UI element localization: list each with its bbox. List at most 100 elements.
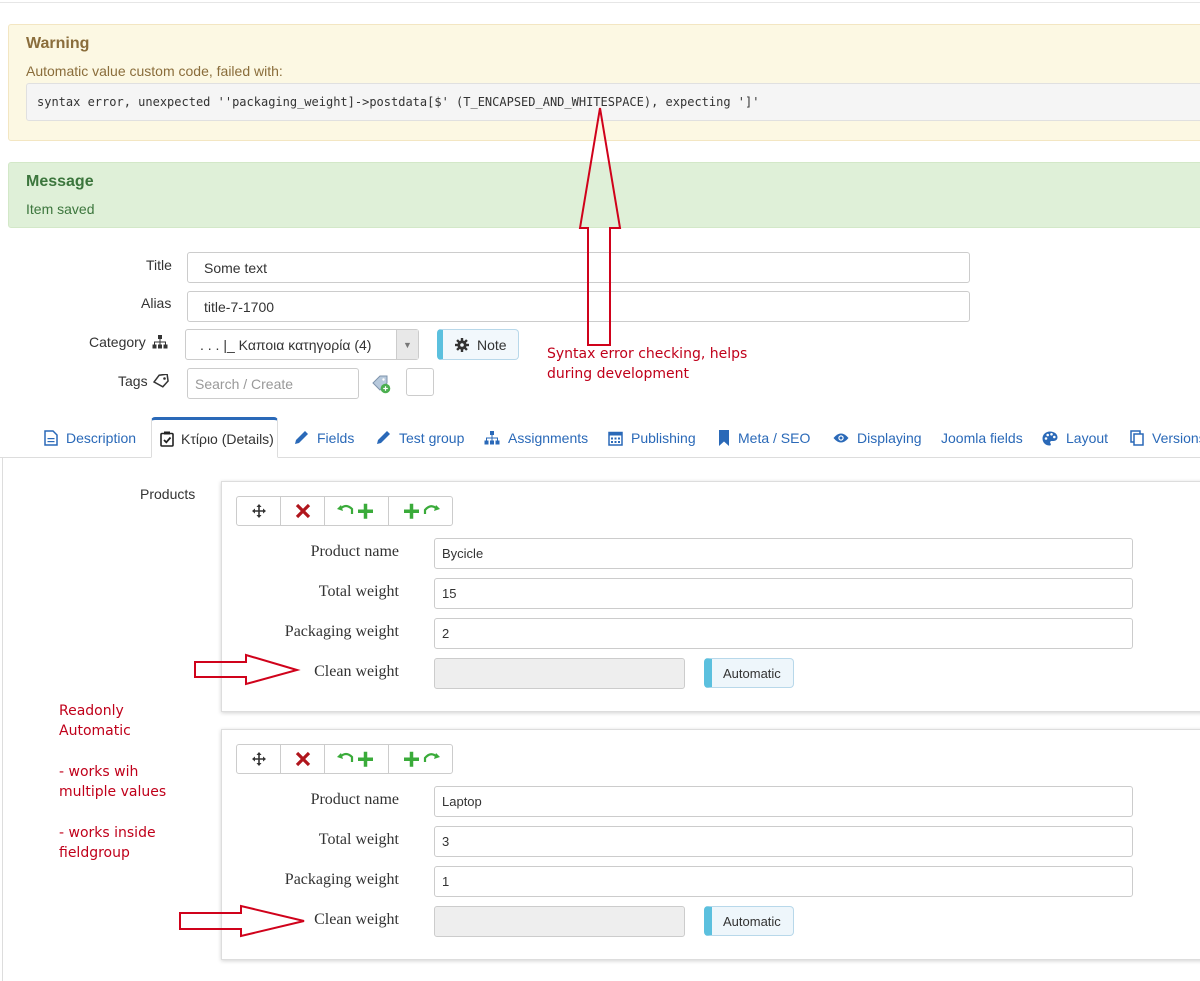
tags-search-input[interactable] (188, 369, 348, 398)
product-name-input[interactable]: Bycicle (434, 538, 1133, 569)
close-icon (295, 751, 310, 767)
warning-alert: Warning Automatic value custom code, fai… (8, 24, 1200, 141)
packaging-weight-value: 1 (442, 874, 450, 889)
tab-publishing-label: Publishing (631, 430, 696, 446)
total-weight-input[interactable]: 15 (434, 578, 1133, 609)
tab-joomla-fields-label: Joomla fields (941, 430, 1023, 446)
tab-assignments[interactable]: Assignments (484, 427, 588, 449)
tab-joomla-fields[interactable]: Joomla fields (941, 427, 1023, 449)
packaging-weight-label: Packaging weight (284, 623, 399, 640)
product-toolbar (236, 744, 453, 774)
packaging-weight-input[interactable]: 2 (434, 618, 1133, 649)
side-annotation-line: - works wih (59, 764, 139, 780)
side-annotation-line: Automatic (59, 723, 131, 739)
title-input-value: Some text (204, 259, 268, 276)
tab-displaying[interactable]: Displaying (833, 427, 922, 449)
tab-test-group[interactable]: Test group (375, 427, 464, 449)
tab-meta-seo[interactable]: Meta / SEO (718, 427, 810, 449)
warning-code: syntax error, unexpected ''packaging_wei… (26, 83, 1200, 121)
undo-add-icon (336, 751, 373, 767)
tab-description[interactable]: Description (44, 427, 136, 449)
tab-versions-label: Versions (1152, 430, 1200, 446)
chevron-down-icon[interactable]: ▼ (396, 330, 418, 359)
tab-layout[interactable]: Layout (1042, 427, 1108, 449)
product-group: Product name Laptop Total weight 3 Packa… (221, 729, 1200, 960)
tab-versions[interactable]: Versions (1130, 427, 1200, 449)
tab-meta-seo-label: Meta / SEO (738, 430, 811, 446)
tags-input[interactable] (187, 368, 359, 399)
delete-button[interactable] (280, 744, 325, 774)
add-before-button[interactable] (324, 744, 389, 774)
side-annotation-line: multiple values (59, 784, 167, 800)
tab-fields-label: Fields (317, 430, 355, 446)
product-name-input[interactable]: Laptop (434, 786, 1133, 817)
move-button[interactable] (236, 744, 281, 774)
clean-weight-label: Clean weight (314, 663, 399, 680)
packaging-weight-value: 2 (442, 626, 450, 641)
side-annotation-line: fieldgroup (59, 845, 130, 861)
syntax-annotation-line: during development (547, 366, 689, 382)
tab-description-label: Description (66, 430, 137, 446)
product-name-value: Bycicle (442, 546, 484, 561)
tab-bar: Description Κτίριο (Details) Fields Test… (0, 417, 1200, 458)
delete-button[interactable] (280, 496, 325, 526)
syntax-annotation: Syntax error checking, helps during deve… (547, 344, 747, 384)
message-text: Item saved (26, 201, 95, 217)
move-arrows-icon (251, 752, 266, 766)
side-annotation-spacer (59, 741, 166, 762)
automatic-button-label: Automatic (723, 913, 781, 929)
tags-label: Tags (118, 373, 148, 389)
category-label: Category (89, 334, 146, 350)
product-name-label: Product name (310, 543, 399, 560)
empty-toggle-box[interactable] (406, 368, 434, 396)
tab-layout-label: Layout (1066, 430, 1109, 446)
add-after-button[interactable] (388, 744, 453, 774)
automatic-button[interactable]: Automatic (704, 658, 794, 688)
clean-weight-label: Clean weight (314, 911, 399, 928)
total-weight-value: 15 (442, 586, 457, 601)
pencil-icon (377, 431, 390, 444)
category-select[interactable]: . . . |_ Καποια κατηγορία (4) ▼ (185, 329, 419, 360)
tags-label-wrap: Tags (118, 373, 170, 389)
sitemap-icon (152, 335, 168, 349)
packaging-weight-input[interactable]: 1 (434, 866, 1133, 897)
add-after-button[interactable] (388, 496, 453, 526)
title-label: Title (146, 257, 172, 273)
tab-test-group-label: Test group (399, 430, 465, 446)
add-redo-icon (403, 503, 440, 519)
copy-icon (1130, 430, 1144, 446)
note-button-label: Note (477, 336, 507, 353)
category-select-value: . . . |_ Καποια κατηγορία (4) (200, 336, 372, 353)
clean-weight-readonly-field (434, 906, 685, 937)
alias-label: Alias (141, 295, 172, 311)
product-toolbar (236, 496, 453, 526)
sitemap-icon (484, 431, 500, 445)
title-input[interactable]: Some text (187, 252, 970, 283)
undo-add-icon (336, 503, 373, 519)
tab-publishing[interactable]: Publishing (608, 427, 696, 449)
add-redo-icon (403, 751, 440, 767)
close-icon (295, 503, 310, 519)
tab-details[interactable]: Κτίριο (Details) (151, 417, 278, 458)
add-before-button[interactable] (324, 496, 389, 526)
tab-fields[interactable]: Fields (293, 427, 354, 449)
move-button[interactable] (236, 496, 281, 526)
message-heading: Message (26, 173, 94, 190)
eye-icon (833, 433, 849, 443)
clean-weight-readonly-field (434, 658, 685, 689)
automatic-button[interactable]: Automatic (704, 906, 794, 936)
note-button[interactable]: Note (437, 329, 519, 360)
total-weight-input[interactable]: 3 (434, 826, 1133, 857)
warning-text: Automatic value custom code, failed with… (26, 63, 283, 79)
pencil-icon (295, 431, 308, 444)
product-name-label: Product name (310, 791, 399, 808)
alias-input[interactable]: title-7-1700 (187, 291, 970, 322)
category-label-wrap: Category (89, 334, 168, 350)
packaging-weight-label: Packaging weight (284, 871, 399, 888)
tag-add-icon[interactable] (371, 374, 391, 394)
total-weight-value: 3 (442, 834, 450, 849)
bookmark-icon (719, 430, 729, 446)
message-alert: Message Item saved (8, 162, 1200, 228)
warning-heading: Warning (26, 35, 90, 52)
tab-displaying-label: Displaying (857, 430, 922, 446)
